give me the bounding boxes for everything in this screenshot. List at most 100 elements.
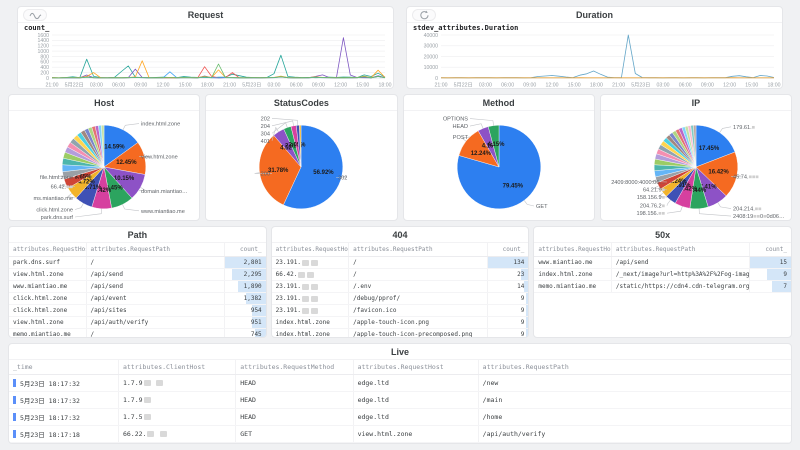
table-cell: 23.191. xyxy=(272,281,349,293)
table-cell: / xyxy=(349,257,488,269)
svg-text:09:00: 09:00 xyxy=(312,83,325,89)
statuscodes-pie-chart[interactable]: 56.92%31.78%4.52%2.91%2.05%2022043044012… xyxy=(206,111,396,220)
ip-pie-chart[interactable]: 17.45%16.42%7.41%6.44%5.42%3.91%3.24%240… xyxy=(601,111,791,220)
table-cell: index.html.zone xyxy=(534,269,611,281)
svg-text:POST: POST xyxy=(452,135,468,141)
svg-text:1200: 1200 xyxy=(37,44,49,50)
row-marker xyxy=(13,396,16,404)
chart-style-button[interactable] xyxy=(23,9,47,21)
svg-text:12:00: 12:00 xyxy=(334,83,347,89)
svg-text:15:00: 15:00 xyxy=(356,83,369,89)
method-pie-chart[interactable]: 79.45%12.24%4.16%4.15%OPTIONSHEADPOSTGET xyxy=(404,111,594,220)
svg-text:2.05%: 2.05% xyxy=(289,143,307,149)
live-row: Live _timeattributes.ClientHostattribute… xyxy=(8,343,792,444)
host-pie-chart[interactable]: 14.59%12.45%10.15%8.45%7.42%6.71%4.72%3.… xyxy=(9,111,199,220)
refresh-button[interactable] xyxy=(412,9,436,21)
column-header: count_ xyxy=(225,243,266,257)
table-cell: 23.191. xyxy=(272,257,349,269)
row-marker xyxy=(13,413,16,421)
panel-404-table: 404 attributes.RequestHostattributes.Req… xyxy=(271,226,530,338)
svg-text:198.156.■■: 198.156.■■ xyxy=(636,212,665,218)
table-cell: HEAD xyxy=(236,375,353,392)
table-header-row: attributes.RequestHostattributes.Request… xyxy=(272,243,529,257)
table-row[interactable]: click.html.zone/api/sites954 xyxy=(9,305,266,317)
table-cell: /main xyxy=(478,392,791,409)
svg-text:1000: 1000 xyxy=(37,49,49,55)
table-row[interactable]: 23.191./.env14 xyxy=(272,281,529,293)
duration-line-chart[interactable]: 01000020000300004000021:005月22日03:0006:0… xyxy=(407,23,782,88)
svg-text:03:00: 03:00 xyxy=(657,83,670,89)
table-cell: 1.7.9 xyxy=(118,375,235,392)
sine-wave-icon xyxy=(29,8,42,23)
panel-host-header: Host xyxy=(9,95,199,111)
count-cell: 14 xyxy=(487,281,528,293)
count-cell: 1,382 xyxy=(225,293,266,305)
table-row[interactable]: view.html.zone/api/send2,295 xyxy=(9,269,266,281)
table-row[interactable]: index.html.zone/apple-touch-icon.png9 xyxy=(272,317,529,329)
not-found-table: attributes.RequestHostattributes.Request… xyxy=(272,243,529,337)
panel-live-header: Live xyxy=(9,344,791,360)
svg-text:18:00: 18:00 xyxy=(590,83,603,89)
top-tables-row: Path attributes.RequestHostattributes.Re… xyxy=(8,226,792,338)
table-cell: www.miantiao.me xyxy=(534,257,611,269)
panel-statuscodes-header: StatusCodes xyxy=(206,95,396,111)
svg-text:03:00: 03:00 xyxy=(268,83,281,89)
panel-path-table: Path attributes.RequestHostattributes.Re… xyxy=(8,226,267,338)
table-cell: /api/send xyxy=(86,281,225,293)
svg-text:15:00: 15:00 xyxy=(179,83,192,89)
table-row[interactable]: 5月23日 18:16:3869.74. GETpark.dns.surf/ xyxy=(9,443,791,444)
dashboard: Request count_ 0200400600800100012001400… xyxy=(0,0,800,450)
table-row[interactable]: 5月23日 18:17:321.7.5HEADedge.ltd/home xyxy=(9,409,791,426)
count-cell: 2,295 xyxy=(225,269,266,281)
panel-title: Path xyxy=(128,230,148,240)
panel-ip-header: IP xyxy=(601,95,791,111)
request-line-chart[interactable]: 0200400600800100012001400160021:005月22日0… xyxy=(18,23,393,88)
table-cell: HEAD xyxy=(236,409,353,426)
count-cell: 15 xyxy=(750,257,791,269)
table-row[interactable]: click.html.zone/api/event1,382 xyxy=(9,293,266,305)
table-row[interactable]: 5月23日 18:17:321.7.9HEADedge.ltd/main xyxy=(9,392,791,409)
table-row[interactable]: 66.42./23 xyxy=(272,269,529,281)
table-row[interactable]: memo.miantiao.me/745 xyxy=(9,329,266,338)
svg-text:domain.miantiao…: domain.miantiao… xyxy=(141,189,188,195)
table-row[interactable]: www.miantiao.me/api/send1,890 xyxy=(9,281,266,293)
svg-text:40000: 40000 xyxy=(424,33,439,39)
svg-text:21:00: 21:00 xyxy=(223,83,236,89)
row-marker xyxy=(13,379,16,387)
table-cell: park.dns.surf xyxy=(353,443,478,444)
path-table: attributes.RequestHostattributes.Request… xyxy=(9,243,266,337)
table-row[interactable]: index.html.zone/apple-touch-icon-precomp… xyxy=(272,329,529,338)
table-cell: click.html.zone xyxy=(9,293,86,305)
data-table: _timeattributes.ClientHostattributes.Req… xyxy=(9,360,791,443)
table-row[interactable]: view.html.zone/api/auth/verify951 xyxy=(9,317,266,329)
table-row[interactable]: 5月23日 18:17:1866.22. GETview.html.zone/a… xyxy=(9,426,791,443)
svg-text:64.21.9■: 64.21.9■ xyxy=(643,188,666,194)
svg-text:204.76.2■: 204.76.2■ xyxy=(640,204,666,210)
count-cell: 2,801 xyxy=(225,257,266,269)
table-cell: /_next/image?url=http%3A%2F%2Fog-image.h… xyxy=(611,269,750,281)
table-row[interactable]: 5月23日 18:17:321.7.9 HEADedge.ltd/new xyxy=(9,375,791,392)
table-row[interactable]: index.html.zone/_next/image?url=http%3A%… xyxy=(534,269,791,281)
table-row[interactable]: park.dns.surf/2,801 xyxy=(9,257,266,269)
table-cell: / xyxy=(349,269,488,281)
svg-text:21:00: 21:00 xyxy=(612,83,625,89)
table-cell: /new xyxy=(478,375,791,392)
panel-title: Live xyxy=(391,347,409,357)
svg-text:21:00: 21:00 xyxy=(46,83,59,89)
svg-text:OPTIONS: OPTIONS xyxy=(442,117,467,123)
column-header: _time xyxy=(9,360,118,375)
pie-charts-row: Host 14.59%12.45%10.15%8.45%7.42%6.71%4.… xyxy=(8,94,792,221)
table-cell: index.html.zone xyxy=(272,317,349,329)
table-cell: click.html.zone xyxy=(9,305,86,317)
svg-text:21:00: 21:00 xyxy=(435,83,448,89)
table-row[interactable]: www.miantiao.me/api/send15 xyxy=(534,257,791,269)
table-cell: /api/auth/verify xyxy=(86,317,225,329)
table-row[interactable]: memo.miantiao.me/static/https://cdn4.cdn… xyxy=(534,281,791,293)
svg-text:204: 204 xyxy=(261,124,270,130)
svg-text:HEAD: HEAD xyxy=(452,125,468,131)
table-row[interactable]: 23.191./134 xyxy=(272,257,529,269)
table-cell: / xyxy=(86,257,225,269)
count-cell: 954 xyxy=(225,305,266,317)
table-row[interactable]: 23.191./favicon.ico9 xyxy=(272,305,529,317)
table-row[interactable]: 23.191./debug/pprof/9 xyxy=(272,293,529,305)
